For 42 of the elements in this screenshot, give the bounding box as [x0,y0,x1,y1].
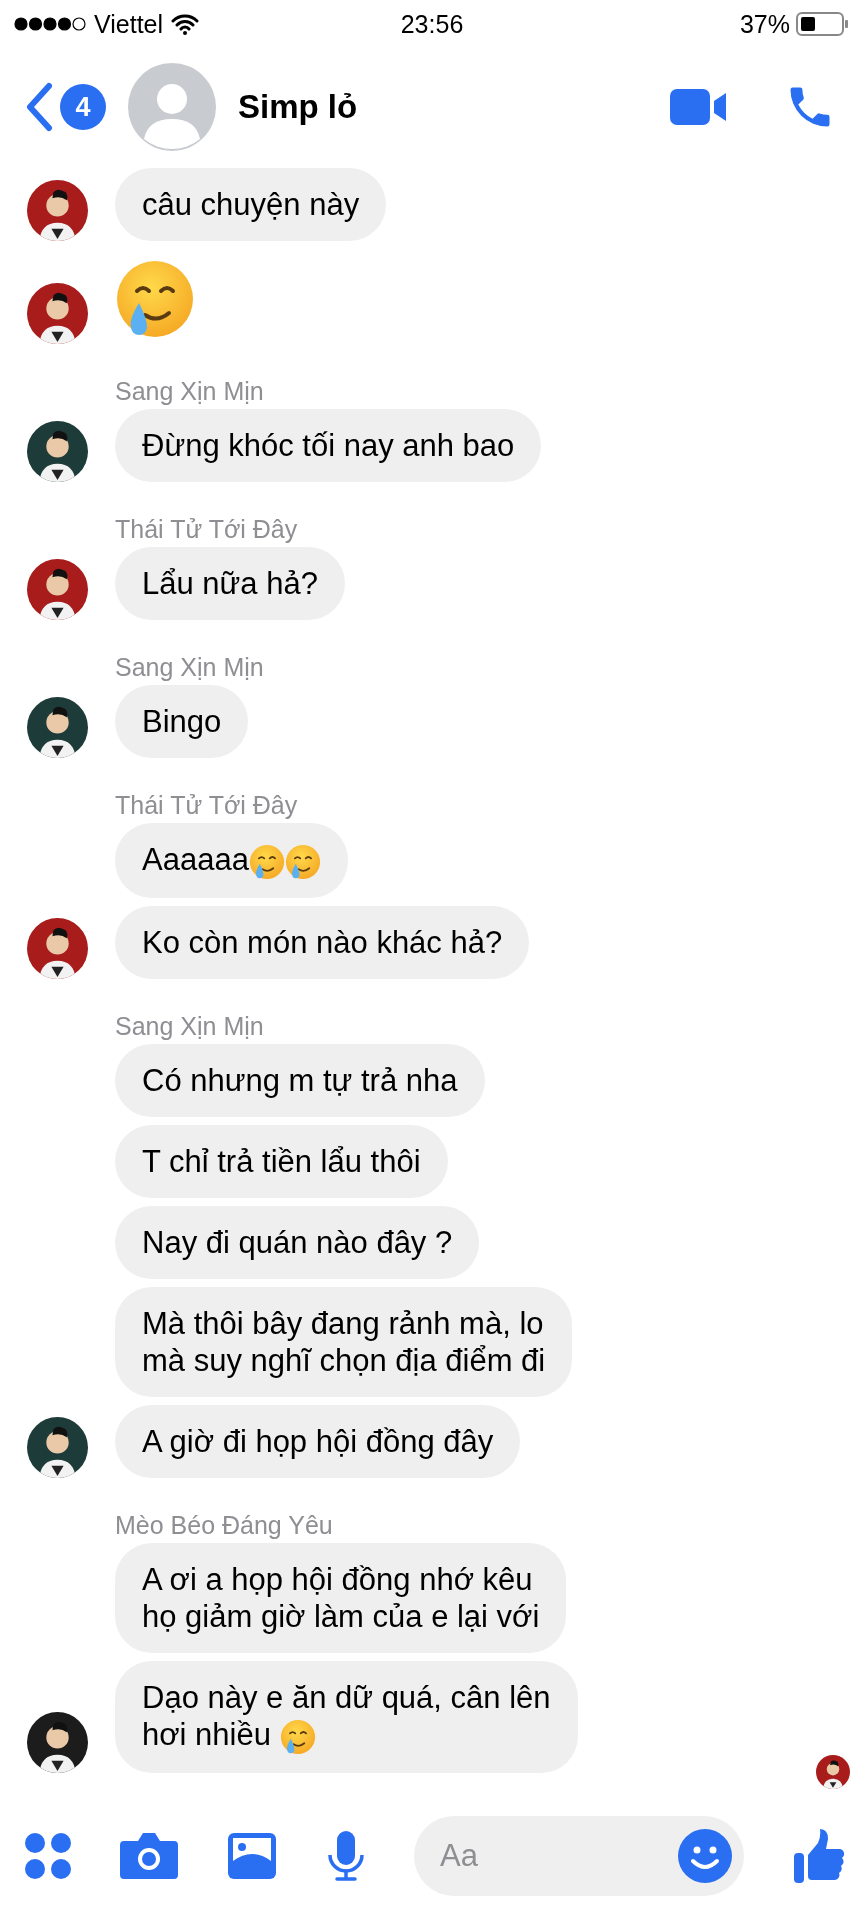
message-bubble: Đừng khóc tối nay anh bao [115,409,542,482]
battery-icon [796,12,850,36]
message-input-field[interactable]: Aa [438,1837,678,1875]
message-bubble: Lẩu nữa hả? [115,547,345,620]
thumbs-up-button[interactable] [792,1827,846,1885]
clock-time: 23:56 [400,9,464,39]
message-bubble: Aaaaaa [115,823,348,898]
emoji-button[interactable] [678,1829,732,1883]
battery-percent: 37% [739,9,790,39]
message-bubble: Nay đi quán nào đây ? [115,1205,480,1279]
emoji-icon [115,259,195,339]
apps-button[interactable] [24,1832,72,1880]
sender-name: Sang Xịn Mịn [115,653,265,681]
message-bubble: Bingo [115,685,249,758]
sender-name: Sang Xịn Mịn [115,377,265,405]
sender-name: Thái Tử Tới Đây [115,791,299,819]
carrier-name: Viettel [94,9,164,39]
emoji-icon [279,1718,316,1755]
microphone-button[interactable] [326,1829,366,1883]
message-bubble: Ko còn món nào khác hả? [115,905,530,979]
chat-title: Simp lỏ [238,88,358,126]
sender-name: Mèo Béo Đáng Yêu [115,1510,334,1539]
message-bubble: Mà thôi bây đang rảnh mà, lo mà suy nghĩ chọn địa điểm đi [115,1286,573,1397]
composer-field[interactable]: Aa [414,1816,744,1896]
emoji-icon [248,843,285,880]
avatar-icon [128,63,216,151]
message-bubble: Dạo này e ăn dữ quá, cân lên hơi nhiều [115,1660,578,1773]
gallery-button[interactable] [226,1831,278,1881]
message-bubble: A ơi a họp hội đồng nhớ kêu họ giảm giờ làm của e lại với [115,1542,567,1653]
message-bubble: A giờ đi họp hội đồng đây [115,1404,521,1478]
message-bubble: T chỉ trả tiền lẩu thôi [115,1124,448,1198]
sender-name: Sang Xịn Mịn [115,1011,265,1040]
message-bubble: câu chuyện này [115,168,387,241]
sender-name: Thái Tử Tới Đây [115,515,299,543]
unread-badge: 4 [60,84,106,130]
emoji-icon [284,843,321,880]
camera-button[interactable] [120,1831,178,1881]
back-icon[interactable] [24,82,54,132]
wifi-icon [171,13,200,35]
video-call-button[interactable] [670,87,728,127]
message-bubble: Có nhưng m tự trả nha [115,1043,485,1117]
signal-icon [14,16,86,32]
